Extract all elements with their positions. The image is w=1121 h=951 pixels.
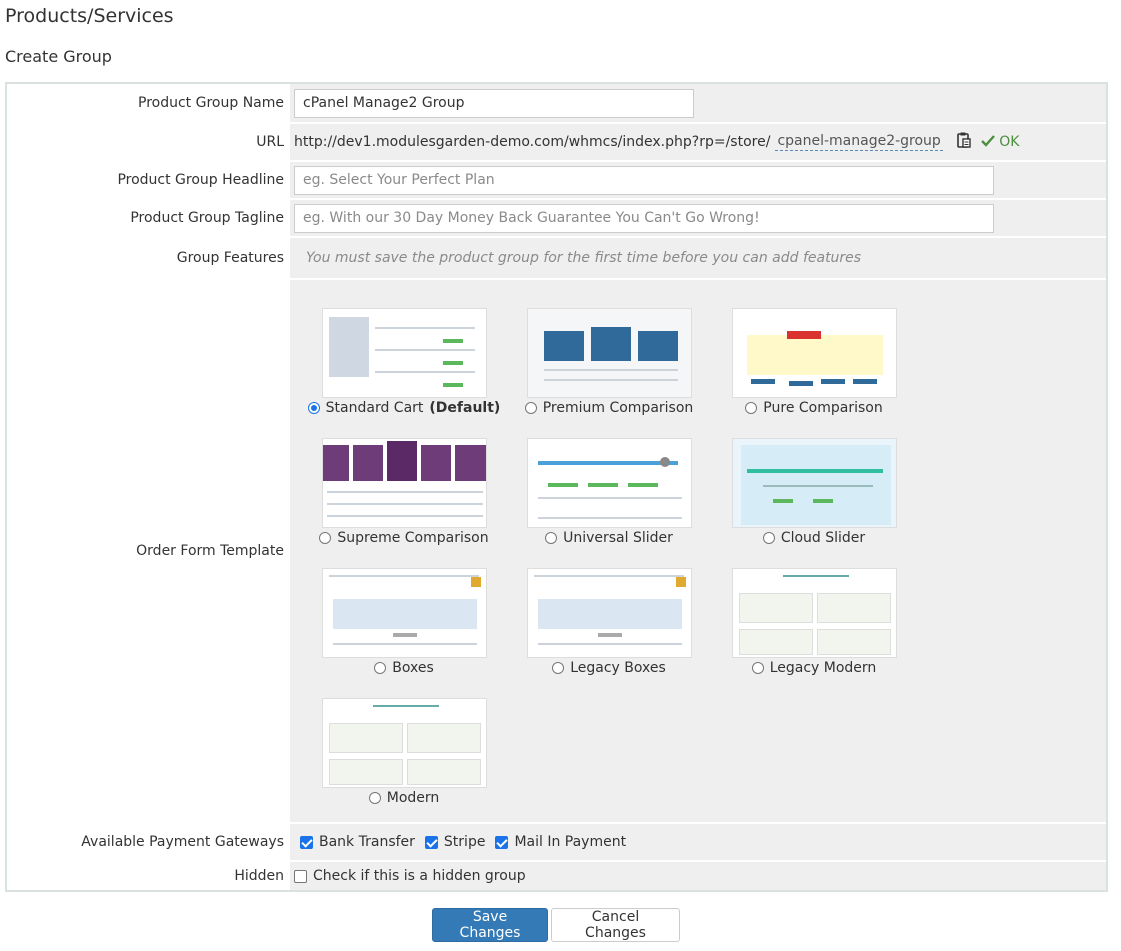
save-changes-button[interactable]: Save Changes [432,908,548,942]
template-legacy-boxes[interactable]: Legacy Boxes [509,568,709,676]
row-url: URL http://dev1.modulesgarden-demo.com/w… [9,124,1106,160]
template-thumbnail[interactable] [321,308,487,398]
template-radio[interactable] [751,662,764,674]
template-radio[interactable] [552,662,565,674]
template-name: Legacy Modern [769,660,877,676]
template-radio[interactable] [368,792,381,804]
order-form-template-label: Order Form Template [9,280,290,822]
create-group-form: Product Group Name URL http://dev1.modul… [5,82,1108,892]
gateway-mail-in-payment[interactable]: Mail In Payment [495,834,626,850]
template-thumbnail[interactable] [321,698,487,788]
template-thumbnail[interactable] [526,438,692,528]
gateway-checkbox[interactable] [424,835,438,849]
template-premium-comparison[interactable]: Premium Comparison [509,308,709,416]
url-status-text: OK [999,134,1020,150]
template-pure-comparison[interactable]: Pure Comparison [714,308,914,416]
template-name: Premium Comparison [542,400,694,416]
hidden-text: Check if this is a hidden group [313,868,526,884]
template-boxes[interactable]: Boxes [304,568,504,676]
template-thumbnail[interactable] [731,308,897,398]
template-universal-slider[interactable]: Universal Slider [509,438,709,546]
template-supreme-comparison[interactable]: Supreme Comparison [304,438,504,546]
page-title: Products/Services [5,5,174,27]
template-thumbnail[interactable] [526,308,692,398]
template-name: Modern [386,790,440,806]
group-features-label: Group Features [9,238,290,278]
template-standard-cart[interactable]: Standard Cart (Default) [304,308,504,416]
row-order-form-template: Order Form Template Standard Cart (Defau… [9,280,1106,822]
template-radio[interactable] [319,532,332,544]
template-radio[interactable] [307,402,320,414]
template-name: Supreme Comparison [337,530,489,546]
check-icon [980,135,995,147]
hidden-toggle[interactable]: Check if this is a hidden group [294,868,526,884]
group-name-input[interactable] [294,88,694,118]
template-default-tag: (Default) [429,400,501,416]
template-legacy-modern[interactable]: Legacy Modern [714,568,914,676]
hidden-checkbox[interactable] [294,869,307,883]
url-slug-editable[interactable]: cpanel-manage2-group [775,133,943,151]
payment-gateways-label: Available Payment Gateways [9,824,290,860]
template-name: Pure Comparison [763,400,883,416]
hidden-label: Hidden [9,862,290,890]
template-radio[interactable] [374,662,387,674]
cancel-changes-button[interactable]: Cancel Changes [551,908,680,942]
row-tagline: Product Group Tagline [9,200,1106,236]
template-thumbnail[interactable] [731,438,897,528]
template-grid: Standard Cart (Default) Premium Comparis… [290,280,1106,822]
template-radio[interactable] [745,402,758,414]
template-thumbnail[interactable] [731,568,897,658]
gateway-label: Bank Transfer [319,834,415,850]
template-radio[interactable] [762,532,775,544]
template-cloud-slider[interactable]: Cloud Slider [714,438,914,546]
clipboard-icon[interactable] [957,132,971,152]
row-hidden: Hidden Check if this is a hidden group [9,862,1106,890]
template-name: Legacy Boxes [570,660,666,676]
template-name: Standard Cart [325,400,424,416]
template-thumbnail[interactable] [526,568,692,658]
template-name: Universal Slider [563,530,673,546]
headline-input[interactable] [294,165,994,195]
row-headline: Product Group Headline [9,162,1106,198]
gateway-stripe[interactable]: Stripe [424,834,486,850]
template-modern[interactable]: Modern [304,698,504,806]
template-radio[interactable] [545,532,558,544]
tagline-input[interactable] [294,203,994,233]
gateway-label: Mail In Payment [514,834,627,850]
group-features-hint: You must save the product group for the … [306,250,862,266]
gateway-checkbox[interactable] [300,835,313,849]
gateway-bank-transfer[interactable]: Bank Transfer [300,834,415,850]
template-name: Cloud Slider [780,530,866,546]
template-thumbnail[interactable] [321,568,487,658]
gateway-checkbox[interactable] [495,835,509,849]
row-group-name: Product Group Name [9,84,1106,122]
template-radio[interactable] [524,402,537,414]
group-name-label: Product Group Name [9,84,290,122]
url-prefix: http://dev1.modulesgarden-demo.com/whmcs… [294,134,771,150]
template-thumbnail[interactable] [321,438,487,528]
page-subtitle: Create Group [5,47,112,66]
template-name: Boxes [392,660,434,676]
url-status: OK [980,134,1020,150]
headline-label: Product Group Headline [9,162,290,198]
row-group-features: Group Features You must save the product… [9,238,1106,278]
tagline-label: Product Group Tagline [9,200,290,236]
url-label: URL [9,124,290,160]
row-payment-gateways: Available Payment Gateways Bank Transfer… [9,824,1106,860]
gateway-label: Stripe [443,834,486,850]
